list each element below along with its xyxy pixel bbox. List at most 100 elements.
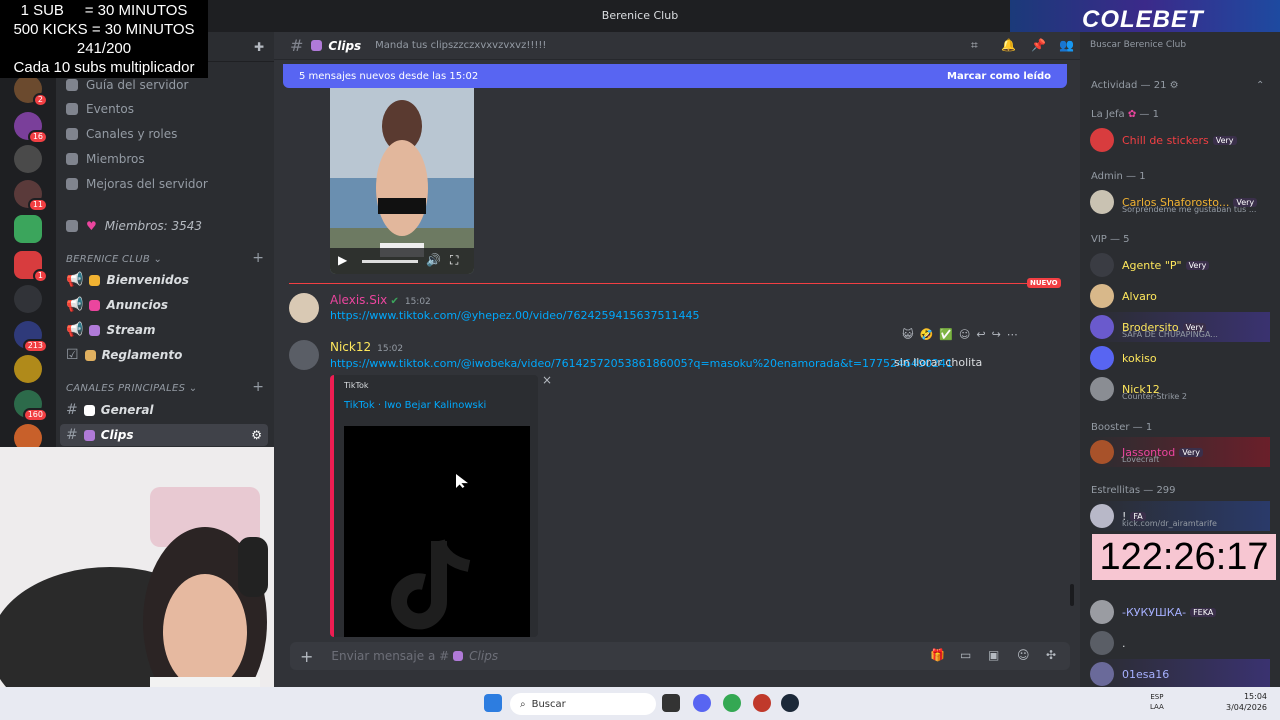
reaction-icon[interactable]: 😺 bbox=[902, 328, 913, 348]
add-member-icon[interactable]: ✚ bbox=[254, 40, 264, 54]
search-input[interactable]: Buscar Berenice Club bbox=[1090, 40, 1186, 50]
embed-title[interactable]: TikTok · Iwo Bejar Kalinowski bbox=[344, 400, 486, 411]
discord-app-icon[interactable] bbox=[693, 694, 711, 712]
avatar bbox=[1090, 284, 1114, 308]
member-item[interactable]: . bbox=[1090, 628, 1270, 658]
language-indicator[interactable]: ESP LAA bbox=[1150, 692, 1164, 712]
embed-video[interactable] bbox=[344, 426, 530, 637]
nav-server-boosts[interactable]: Mejoras del servidor bbox=[66, 173, 208, 195]
message-composer[interactable]: + Enviar mensaje a # Clips 🎁 ▭ ▣ ☺ ✣ bbox=[290, 642, 1070, 670]
threads-icon[interactable]: ⌗ bbox=[971, 38, 978, 53]
seek-bar[interactable] bbox=[362, 260, 418, 263]
author-name: Nick12 bbox=[330, 340, 372, 354]
channel-reglamento[interactable]: ☑ Reglamento bbox=[60, 344, 268, 366]
fullscreen-icon[interactable]: ⛶ bbox=[450, 253, 458, 268]
member-item[interactable]: -КУКУШКА- FEKA bbox=[1090, 597, 1270, 627]
channel-general[interactable]: # General bbox=[60, 399, 268, 421]
avatar bbox=[1090, 377, 1114, 401]
channel-anuncios[interactable]: 📢 Anuncios bbox=[60, 294, 268, 316]
reaction-icon[interactable]: 🤣 bbox=[919, 328, 933, 348]
server-badge: 11 bbox=[27, 198, 48, 212]
reply-icon[interactable]: ↩ bbox=[976, 328, 985, 348]
video-attachment[interactable]: ▶ 🔊 ⛶ bbox=[330, 88, 474, 274]
message-author[interactable]: Nick12 15:02 bbox=[330, 340, 403, 354]
avatar[interactable] bbox=[289, 340, 319, 370]
member-item[interactable]: Nick12 Counter-Strike 2 bbox=[1090, 374, 1270, 404]
server-icon[interactable] bbox=[14, 145, 42, 173]
emoji-picker-icon[interactable]: ☺ bbox=[1017, 648, 1030, 662]
pin-icon[interactable]: 📌 bbox=[1031, 38, 1046, 52]
server-icon[interactable]: 11 bbox=[14, 180, 48, 212]
message-author[interactable]: Alexis.Six ✔ 15:02 bbox=[330, 293, 431, 307]
activity-header[interactable]: Actividad — 21 ⚙ ⌃ bbox=[1091, 80, 1264, 91]
plus-icon[interactable]: + bbox=[300, 647, 313, 666]
add-reaction-icon[interactable]: ☺ bbox=[959, 328, 970, 348]
group-header: Booster — 1 bbox=[1091, 422, 1153, 433]
apps-icon[interactable]: ✣ bbox=[1046, 648, 1056, 662]
reaction-icon[interactable]: ✅ bbox=[939, 328, 953, 348]
taskbar-search[interactable]: ⌕ Buscar bbox=[510, 693, 656, 715]
add-channel-icon[interactable]: + bbox=[252, 379, 264, 395]
server-icon[interactable]: 1 bbox=[14, 251, 48, 283]
add-channel-icon[interactable]: + bbox=[252, 250, 264, 266]
nav-members[interactable]: Miembros bbox=[66, 148, 145, 170]
member-item[interactable]: Chill de stickers Very bbox=[1090, 125, 1270, 155]
gif-icon[interactable]: ▭ bbox=[960, 648, 971, 662]
server-badge: 16 bbox=[27, 130, 48, 144]
steam-icon[interactable] bbox=[781, 694, 799, 712]
volume-icon[interactable]: 🔊 bbox=[426, 253, 441, 267]
channel-stream[interactable]: 📢 Stream bbox=[60, 319, 268, 341]
channel-topic[interactable]: Manda tus clipszzczxvxvzvxvz!!!!! bbox=[375, 40, 546, 51]
server-badge: 213 bbox=[22, 339, 48, 353]
sticker-icon[interactable]: ▣ bbox=[988, 648, 999, 662]
channel-bienvenidos[interactable]: 📢 Bienvenidos bbox=[60, 269, 268, 291]
server-icon[interactable] bbox=[14, 355, 42, 383]
category-berenice-club[interactable]: BERENICE CLUB ⌄ bbox=[66, 254, 162, 265]
task-view-icon[interactable] bbox=[662, 694, 680, 712]
member-item[interactable]: 01esa16 bbox=[1090, 659, 1270, 687]
message-link[interactable]: https://www.tiktok.com/@iwobeka/video/76… bbox=[330, 357, 953, 370]
server-icon[interactable]: 2 bbox=[14, 75, 48, 107]
server-icon[interactable] bbox=[14, 215, 42, 243]
settings-icon[interactable]: ⚙ bbox=[251, 428, 262, 442]
member-count-channel[interactable]: ♥ Miembros: 3543 bbox=[66, 215, 202, 237]
scrollbar[interactable] bbox=[1070, 584, 1074, 606]
channel-clips[interactable]: # Clips ⚙ bbox=[60, 424, 268, 446]
play-icon[interactable]: ▶ bbox=[338, 253, 347, 267]
member-status: SAFA DE CHUPAPINGA... bbox=[1122, 330, 1218, 339]
member-item[interactable]: ! FA kick.com/dr_airamtarife bbox=[1090, 501, 1270, 531]
avatar[interactable] bbox=[289, 293, 319, 323]
forward-icon[interactable]: ↪ bbox=[992, 328, 1001, 348]
chrome-icon[interactable] bbox=[723, 694, 741, 712]
hash-icon: # bbox=[290, 36, 304, 55]
member-item[interactable]: Brodersito Very SAFA DE CHUPAPINGA... bbox=[1090, 312, 1270, 342]
avatar bbox=[1090, 440, 1114, 464]
member-tag: Very bbox=[1179, 447, 1203, 457]
windows-start-icon[interactable] bbox=[484, 694, 502, 712]
app-icon[interactable] bbox=[753, 694, 771, 712]
more-icon[interactable]: ⋯ bbox=[1007, 328, 1018, 348]
member-item[interactable]: Carlos Shaforosto... Very Sorpréndeme me g… bbox=[1090, 187, 1270, 217]
server-icon[interactable]: 160 bbox=[14, 390, 48, 422]
message-link[interactable]: https://www.tiktok.com/@yhepez.00/video/… bbox=[330, 309, 699, 322]
nav-events[interactable]: Eventos bbox=[66, 98, 134, 120]
message-actions: 😺 🤣 ✅ ☺ ↩ ↪ ⋯ bbox=[902, 328, 1064, 348]
member-item[interactable]: kokiso bbox=[1090, 343, 1270, 373]
server-icon[interactable]: 16 bbox=[14, 112, 48, 144]
discord-icon[interactable] bbox=[14, 285, 42, 313]
bell-icon[interactable]: 🔔 bbox=[1001, 38, 1016, 52]
member-item[interactable]: Agente "P" Very bbox=[1090, 250, 1270, 280]
close-icon[interactable]: × bbox=[542, 373, 552, 387]
member-item[interactable]: Jassontod Very Lovecraft bbox=[1090, 437, 1270, 467]
taskbar-clock[interactable]: 15:04 3/04/2026 bbox=[1226, 691, 1267, 713]
category-canales-principales[interactable]: CANALES PRINCIPALES ⌄ bbox=[66, 383, 197, 394]
member-item[interactable]: Alvaro bbox=[1090, 281, 1270, 311]
server-icon[interactable]: 213 bbox=[14, 321, 48, 353]
nav-channels-roles[interactable]: Canales y roles bbox=[66, 123, 177, 145]
server-badge: 1 bbox=[32, 269, 48, 283]
mark-read-button[interactable]: Marcar como leído bbox=[947, 71, 1051, 82]
chevron-up-icon[interactable]: ⌃ bbox=[1256, 80, 1264, 91]
new-messages-banner[interactable]: 5 mensajes nuevos desde las 15:02 Marcar… bbox=[283, 64, 1067, 88]
members-toggle-icon[interactable]: 👥 bbox=[1059, 38, 1074, 52]
gift-icon[interactable]: 🎁 bbox=[930, 648, 945, 662]
